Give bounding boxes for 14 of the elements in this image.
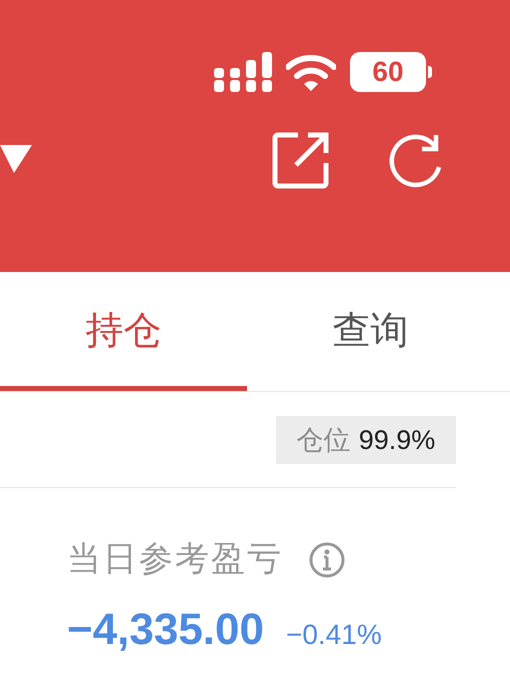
share-icon[interactable]	[272, 131, 330, 189]
caret-icon[interactable]	[0, 145, 32, 175]
battery-tip-icon	[428, 66, 432, 78]
tab[interactable]: 查询	[247, 272, 494, 391]
wifi-icon	[286, 53, 336, 91]
position-value: 99.9%	[358, 424, 436, 457]
position-label: 仓位	[296, 424, 351, 457]
tab[interactable]: 持仓	[0, 272, 247, 391]
info-icon[interactable]	[309, 542, 345, 578]
daily-pnl-label: 当日参考盈亏	[67, 539, 283, 580]
daily-pnl-value: −4,335.00	[67, 604, 264, 656]
signal-icon	[214, 52, 272, 92]
daily-pnl-percent: −0.41%	[286, 618, 382, 652]
battery-indicator: 60	[350, 52, 426, 92]
